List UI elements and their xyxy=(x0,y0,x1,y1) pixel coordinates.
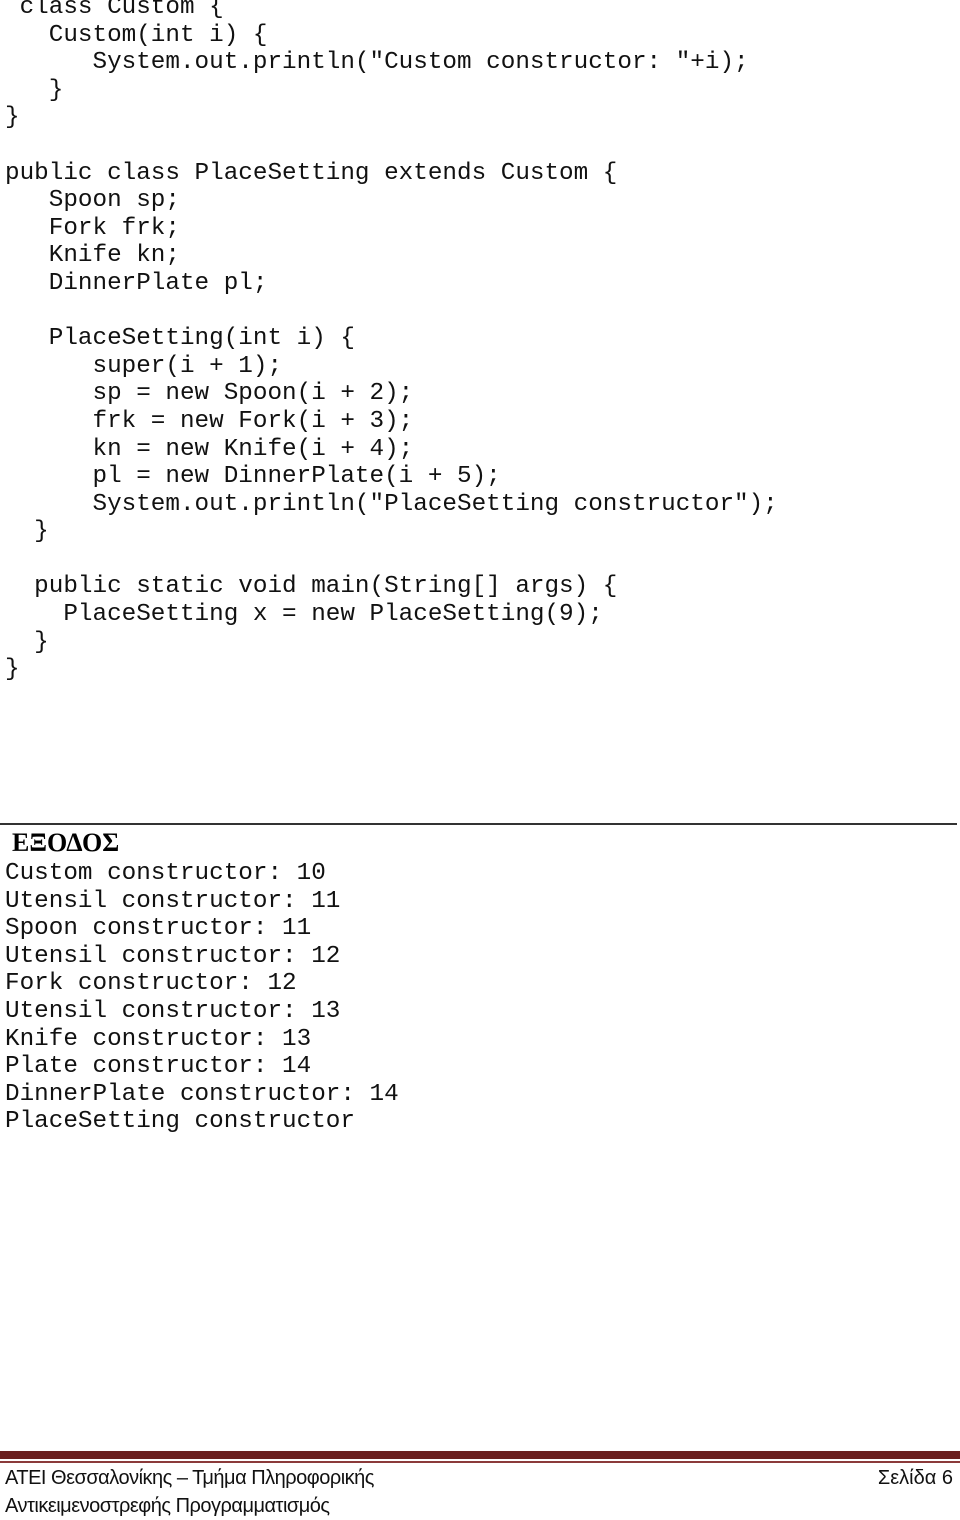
code-line: kn = new Knife(i + 4); xyxy=(5,435,414,463)
code-line: } xyxy=(5,628,49,656)
output-line: Custom constructor: 10 xyxy=(5,860,326,887)
output-line: Utensil constructor: 12 xyxy=(5,942,341,970)
footer-course: Αντικειμενοστρεφής Προγραμματισμός xyxy=(5,1495,330,1517)
code-line: PlaceSetting(int i) { xyxy=(5,325,355,353)
code-line: } xyxy=(5,518,49,546)
footer-rule-thick xyxy=(0,1451,960,1459)
code-listing: class Custom { Custom(int i) { System.ou… xyxy=(5,0,778,684)
output-line: DinnerPlate constructor: 14 xyxy=(5,1080,399,1108)
page-number: Σελίδα 6 xyxy=(877,1467,953,1489)
code-line: System.out.println("PlaceSetting constru… xyxy=(5,490,778,518)
footer-rule-thin xyxy=(0,1461,960,1463)
footer-institution: ΑΤΕΙ Θεσσαλονίκης – Τμήμα Πληροφορικής xyxy=(5,1467,374,1489)
code-line: super(i + 1); xyxy=(5,352,283,380)
page-footer: ΑΤΕΙ Θεσσαλονίκης – Τμήμα Πληροφορικής Σ… xyxy=(5,1464,953,1520)
output-line: Utensil constructor: 13 xyxy=(5,997,341,1025)
output-line: Knife constructor: 13 xyxy=(5,1025,312,1053)
code-line: Custom(int i) { xyxy=(5,21,268,49)
code-line: Spoon sp; xyxy=(5,187,180,215)
code-line: System.out.println("Custom constructor: … xyxy=(5,49,749,77)
code-line: PlaceSetting x = new PlaceSetting(9); xyxy=(5,601,603,629)
code-line: frk = new Fork(i + 3); xyxy=(5,407,414,435)
code-line: public static void main(String[] args) { xyxy=(5,573,618,601)
code-line: pl = new DinnerPlate(i + 5); xyxy=(5,463,501,491)
program-output: Custom constructor: 10 Utensil constructo… xyxy=(5,860,399,1136)
output-line: Plate constructor: 14 xyxy=(5,1053,312,1081)
code-line: class Custom { xyxy=(5,0,224,21)
code-line: sp = new Spoon(i + 2); xyxy=(5,380,414,408)
output-line: Utensil constructor: 11 xyxy=(5,887,341,915)
output-line: Fork constructor: 12 xyxy=(5,970,297,998)
code-line: } xyxy=(5,76,64,104)
code-line: public class PlaceSetting extends Custom… xyxy=(5,159,618,187)
code-line: Knife kn; xyxy=(5,242,180,270)
output-heading: ΕΞΟΔΟΣ xyxy=(12,828,120,857)
code-line: } xyxy=(5,656,20,684)
output-line: PlaceSetting constructor xyxy=(5,1108,355,1136)
code-line: DinnerPlate pl; xyxy=(5,269,268,297)
code-line: Fork frk; xyxy=(5,214,180,242)
code-line: } xyxy=(5,104,20,132)
output-line: Spoon constructor: 11 xyxy=(5,915,312,943)
section-divider xyxy=(0,823,957,825)
